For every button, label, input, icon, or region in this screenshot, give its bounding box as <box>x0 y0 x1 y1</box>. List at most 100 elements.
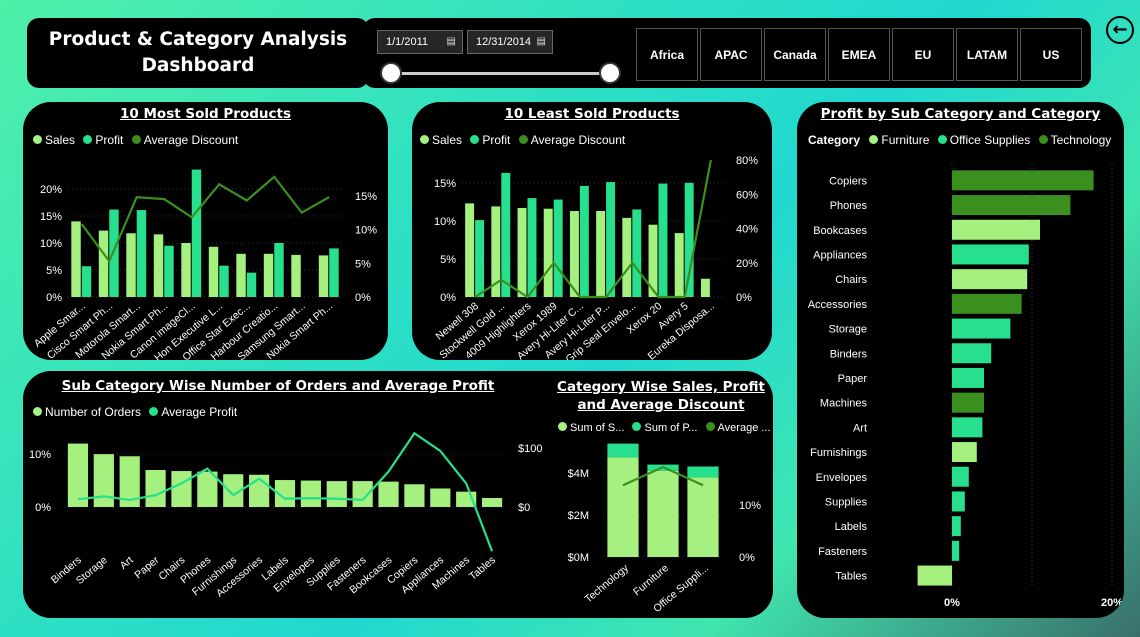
y-tick-label: $4M <box>568 468 589 480</box>
sales-bar <box>687 477 719 557</box>
calendar-icon[interactable]: ▤ <box>447 31 456 53</box>
sales-bar <box>71 221 81 297</box>
profit-bar <box>952 540 960 561</box>
category-label: Paper <box>838 373 868 385</box>
x-tick-label: Paper <box>132 554 162 582</box>
profit-bar <box>952 516 961 537</box>
sales-bar <box>126 233 136 297</box>
end-date-field[interactable]: 12/31/2014 ▤ <box>467 30 553 54</box>
category-label: Chairs <box>835 274 867 286</box>
y2-tick-label: 80% <box>736 155 758 167</box>
calendar-icon[interactable]: ▤ <box>537 31 546 53</box>
profit-bar <box>274 243 284 297</box>
date-slider-start-handle[interactable] <box>380 62 402 84</box>
region-canada-button[interactable]: Canada <box>764 28 826 81</box>
date-slider-end-handle[interactable] <box>599 62 621 84</box>
profit-bar <box>952 442 977 463</box>
average-discount-line <box>80 175 330 264</box>
category-label: Fasteners <box>818 546 867 558</box>
dashboard-title: Product & Category Analysis Dashboard <box>27 18 369 88</box>
region-emea-button[interactable]: EMEA <box>828 28 890 81</box>
profit-by-subcategory-panel: Profit by Sub Category and Category Cate… <box>797 102 1124 618</box>
orders-bar <box>326 481 347 507</box>
profit-bar <box>684 182 694 297</box>
title-line-2: Dashboard <box>141 55 255 76</box>
y-tick-label: 10% <box>40 238 62 250</box>
y-tick-label: $2M <box>568 510 589 522</box>
region-africa-button[interactable]: Africa <box>636 28 698 81</box>
sales-bar <box>318 255 329 297</box>
orders-bar <box>352 481 373 507</box>
y2-tick-label: 10% <box>355 225 377 237</box>
sales-bar <box>622 217 632 297</box>
profit-bar <box>632 209 642 297</box>
profit-bar <box>952 170 1094 191</box>
profit-bar <box>952 318 1011 339</box>
start-date-value: 1/1/2011 <box>386 36 429 48</box>
y2-tick-label: 5% <box>355 258 371 270</box>
category-label: Copiers <box>829 175 867 187</box>
profit-bar <box>527 198 537 297</box>
region-eu-button[interactable]: EU <box>892 28 954 81</box>
profit-bar <box>164 245 174 297</box>
y-tick-label: 0% <box>35 502 51 514</box>
y2-tick-label: 10% <box>739 500 761 512</box>
region-us-button[interactable]: US <box>1020 28 1082 81</box>
sales-bar <box>236 253 246 297</box>
y-tick-label: 10% <box>29 449 51 461</box>
orders-bar <box>93 454 114 507</box>
sales-bar <box>607 457 639 557</box>
sales-bar <box>543 208 553 297</box>
region-apac-button[interactable]: APAC <box>700 28 762 81</box>
subcat-orders-chart: 10%0%$100$0BindersStorage ArtPaperChairsP… <box>29 431 761 615</box>
y-tick-label: $0M <box>568 552 589 564</box>
category-label: Appliances <box>813 249 867 261</box>
profit-bar <box>952 466 969 487</box>
orders-bar <box>145 470 166 507</box>
y-tick-label: 5% <box>440 254 456 266</box>
profit-bar <box>952 367 984 388</box>
region-latam-button[interactable]: LATAM <box>956 28 1018 81</box>
profit-bar <box>553 199 563 297</box>
sales-bar <box>291 254 301 297</box>
sales-bar <box>98 230 109 297</box>
sales-bar <box>517 207 527 297</box>
profit-bar <box>606 182 616 297</box>
y2-tick-label: 40% <box>736 224 758 236</box>
least-sold-chart: 0%5%10%15%0%20%40%60%80%Newell 308Stockw… <box>434 155 759 360</box>
y2-tick-label: 0% <box>355 292 371 304</box>
least-sold-panel: 10 Least Sold Products Sales Profit Aver… <box>412 102 772 360</box>
back-arrow-icon[interactable]: ← <box>1106 16 1134 44</box>
sales-bar <box>153 234 164 297</box>
sales-bar <box>647 470 679 557</box>
y-tick-label: 0% <box>440 292 456 304</box>
orders-bar <box>430 488 451 507</box>
sales-bar <box>208 246 219 297</box>
orders-and-category-panel: Sub Category Wise Number of Orders and A… <box>23 371 773 618</box>
category-label: Machines <box>820 398 868 410</box>
category-label: Labels <box>835 521 868 533</box>
start-date-field[interactable]: 1/1/2011 ▤ <box>377 30 463 54</box>
profit-bar <box>501 172 511 297</box>
category-label: Envelopes <box>816 472 868 484</box>
profit-bar <box>952 417 983 438</box>
profit-bar <box>952 293 1022 314</box>
profit-bar <box>658 183 668 297</box>
x-tick-label: 20% <box>1101 597 1123 609</box>
profit-bar <box>952 343 992 364</box>
profit-bar <box>952 392 984 413</box>
orders-bar <box>404 484 425 507</box>
category-label: Art <box>853 422 867 434</box>
date-slider-track[interactable] <box>391 72 611 75</box>
y2-tick-label: 20% <box>736 258 758 270</box>
profit-bar <box>687 466 719 478</box>
sales-bar <box>596 210 606 297</box>
profit-bar <box>917 565 952 586</box>
orders-bar <box>378 481 399 507</box>
sales-bar <box>700 278 710 297</box>
profit-bar <box>475 220 485 297</box>
category-label: Storage <box>828 324 867 336</box>
orders-bar <box>300 480 321 507</box>
y-tick-label: 20% <box>40 184 62 196</box>
x-tick-label: 0% <box>944 597 960 609</box>
